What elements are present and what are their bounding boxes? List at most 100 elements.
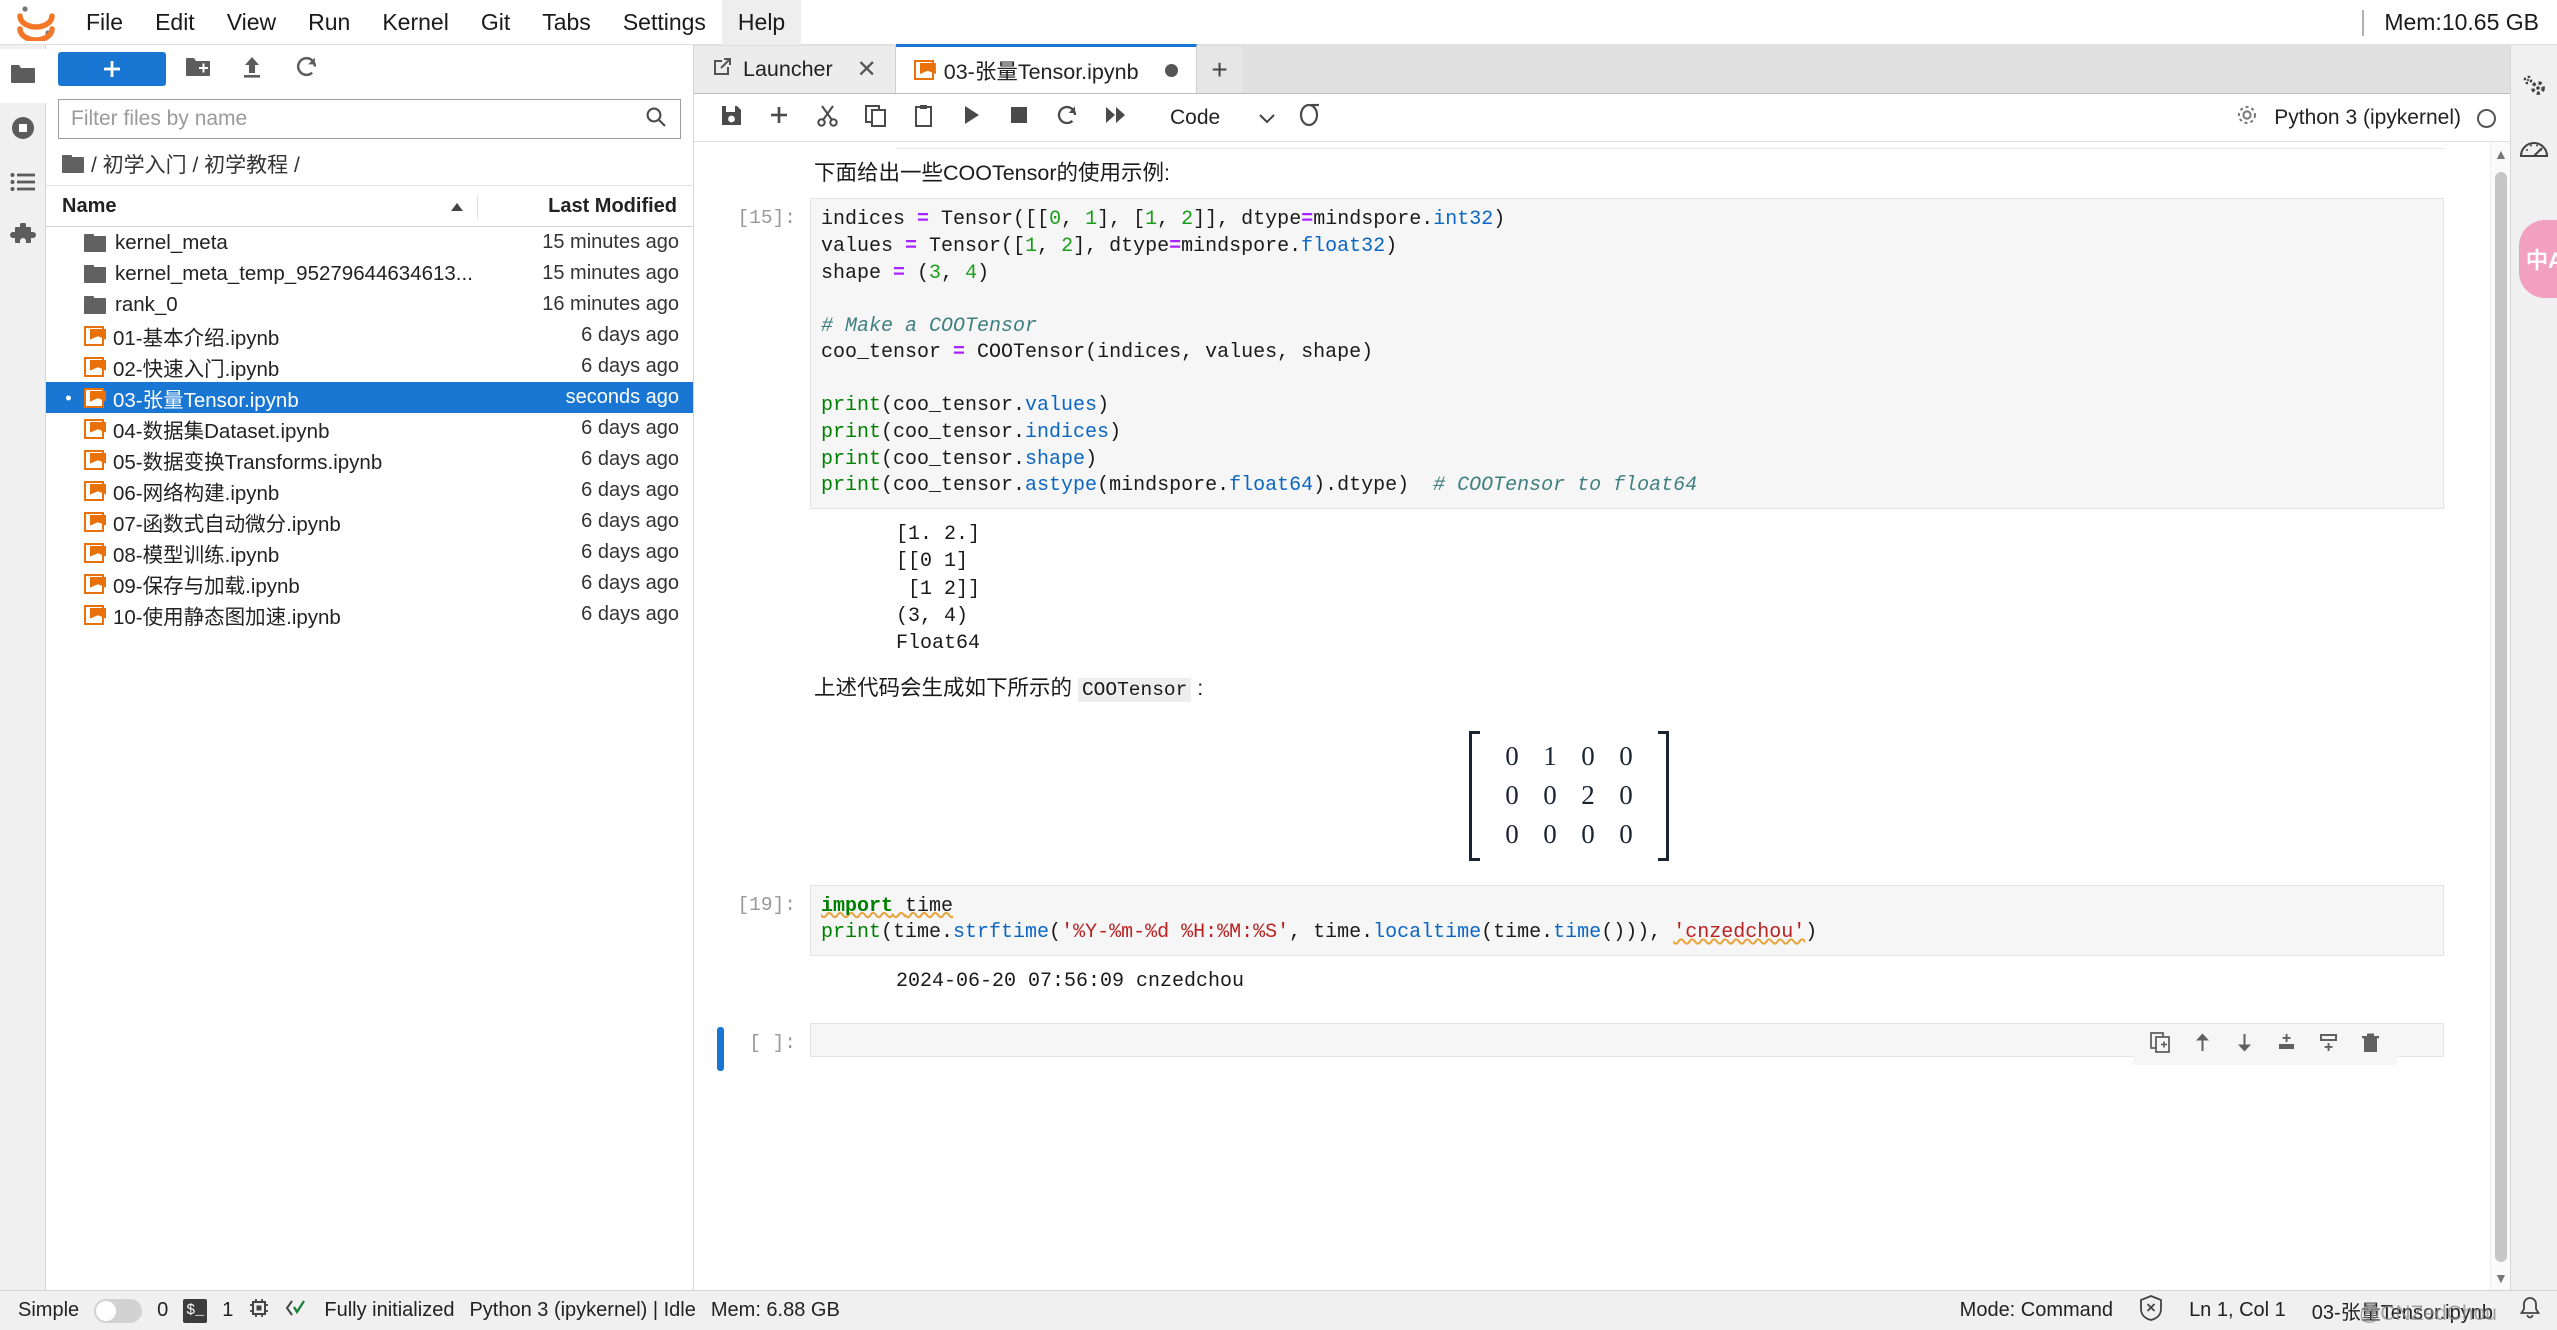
cell-type-select[interactable]: Code [1162,104,1284,132]
code-token: ).dtype) [1313,474,1434,498]
search-input[interactable] [71,107,644,131]
simple-mode-toggle[interactable] [94,1298,143,1323]
scroll-up-arrow-icon[interactable]: ▲ [2494,146,2508,162]
column-header-name[interactable]: Name [46,194,478,218]
new-tab-button[interactable]: + [1196,46,1243,93]
file-list-item[interactable]: rank_0 16 minutes ago [46,289,693,320]
menu-settings[interactable]: Settings [607,0,722,45]
puzzle-icon [9,221,36,254]
cpu-icon[interactable] [248,1297,270,1325]
move-cell-up-button[interactable] [2183,1026,2221,1064]
code-token: , [1157,208,1182,232]
kernel-status[interactable]: Python 3 (ipykernel) | Idle [469,1299,695,1322]
cell-input-area[interactable]: import time print(time.strftime('%Y-%m-%d… [810,884,2444,956]
code-cell-19[interactable]: [19]: import time print(time.strftime('%Y… [694,884,2490,956]
restart-kernel-button[interactable] [1044,98,1090,138]
file-list-item[interactable]: 05-数据变换Transforms.ipynb 6 days ago [46,444,693,475]
translate-widget[interactable]: 中A [2519,220,2557,298]
terminal-badge-icon[interactable]: $_ [183,1298,208,1323]
paste-button[interactable] [900,98,946,138]
markdown-cell-after[interactable]: 上述代码会生成如下所示的 COOTensor : [694,664,2490,713]
file-list-item[interactable]: kernel_meta 15 minutes ago [46,227,693,258]
duplicate-cell-button[interactable] [2141,1026,2179,1064]
new-launcher-button[interactable] [58,52,166,86]
gear-icon[interactable] [2236,104,2258,132]
copy-button[interactable] [852,98,898,138]
file-list-item[interactable]: kernel_meta_temp_95279644634613... 15 min… [46,258,693,289]
cell-input-area[interactable] [810,1023,2444,1066]
insert-cell-above-button[interactable] [2267,1026,2305,1064]
delete-cell-button[interactable] [2351,1026,2389,1064]
run-button[interactable] [948,98,994,138]
file-list-item[interactable]: 09-保存与加载.ipynb 6 days ago [46,568,693,599]
notebook-scrollbar[interactable]: ▲ ▼ [2490,142,2510,1290]
sidebar-item-debugger[interactable] [2511,119,2557,181]
code-cell-15[interactable]: [15]: indices = Tensor([[0, 1], [1, 2]],… [694,198,2490,509]
tab-notebook[interactable]: 03-张量Tensor.ipynb [895,44,1197,93]
matrix-row: 0000 [1493,815,1645,854]
file-filter-box[interactable] [58,99,681,139]
menu-tabs[interactable]: Tabs [526,0,607,45]
menu-view[interactable]: View [211,0,292,45]
upload-button[interactable] [230,51,274,87]
sidebar-item-running-sessions[interactable] [0,103,46,157]
insert-cell-button[interactable] [756,98,802,138]
notebook-icon [84,604,104,625]
file-list-item[interactable]: 10-使用静态图加速.ipynb 6 days ago [46,599,693,630]
close-icon[interactable]: ✕ [857,57,877,82]
scroll-down-arrow-icon[interactable]: ▼ [2494,1270,2508,1286]
code-token: float64 [1229,474,1314,498]
editor-mode[interactable]: Mode: Command [1960,1299,2113,1322]
file-list-item[interactable]: 03-张量Tensor.ipynb seconds ago [46,382,693,413]
menu-file[interactable]: File [70,0,139,45]
code-token: ( [905,261,930,285]
menu-git[interactable]: Git [465,0,526,45]
matrix-cell: 0 [1581,741,1595,772]
file-list-item[interactable]: 01-基本介绍.ipynb 6 days ago [46,320,693,351]
restart-run-all-button[interactable] [1092,98,1138,138]
duplicate-cell-icon [2149,1031,2171,1058]
menu-help[interactable]: Help [721,0,802,45]
kernel-count[interactable]: 0 [157,1299,168,1322]
new-folder-button[interactable] [176,51,220,87]
refresh-button[interactable] [284,51,328,87]
insert-cell-below-button[interactable] [2309,1026,2347,1064]
menu-run[interactable]: Run [292,0,366,45]
file-list-item[interactable]: 06-网络构建.ipynb 6 days ago [46,475,693,506]
markdown-cell-intro[interactable]: 下面给出一些COOTensor的使用示例: [694,149,2490,198]
sidebar-item-commands[interactable] [0,157,46,211]
code-token: float32 [1301,234,1386,258]
sidebar-item-file-browser[interactable] [0,49,46,103]
menu-edit[interactable]: Edit [139,0,211,45]
interrupt-button[interactable] [996,98,1042,138]
matrix-cell: 0 [1619,819,1633,850]
cursor-position[interactable]: Ln 1, Col 1 [2189,1299,2286,1322]
menu-kernel[interactable]: Kernel [366,0,464,45]
shield-x-icon[interactable] [2139,1294,2163,1327]
kernel-restart-indicator-button[interactable] [1286,98,1332,138]
code-token: time [1553,921,1602,945]
tab-launcher[interactable]: Launcher ✕ [694,46,896,93]
file-list-item[interactable]: 04-数据集Dataset.ipynb 6 days ago [46,413,693,444]
scrollbar-thumb[interactable] [2495,172,2507,1262]
sidebar-item-extensions[interactable] [0,211,46,265]
file-list-item[interactable]: 08-模型训练.ipynb 6 days ago [46,537,693,568]
unsaved-indicator-icon[interactable] [1164,63,1178,77]
file-list-item[interactable]: 07-函数式自动微分.ipynb 6 days ago [46,506,693,537]
code-token: 4 [965,261,978,285]
column-header-last-modified[interactable]: Last Modified [478,195,693,218]
kernel-indicator[interactable]: Python 3 (ipykernel) [2236,94,2496,142]
move-cell-down-button[interactable] [2225,1026,2263,1064]
cell-input-area[interactable]: indices = Tensor([[0, 1], [1, 2]], dtype… [810,198,2444,509]
save-button[interactable] [708,98,754,138]
breadcrumb[interactable]: / 初学入门 / 初学教程 / [46,143,693,185]
code-cell-empty[interactable]: [ ]: [694,1023,2490,1072]
sidebar-item-property-inspector[interactable] [2511,57,2557,119]
file-list-item[interactable]: 02-快速入门.ipynb 6 days ago [46,351,693,382]
bell-icon[interactable] [2519,1296,2541,1326]
cell-source-code[interactable]: indices = Tensor([[0, 1], [1, 2]], dtype… [821,207,2443,500]
cell-source-code[interactable]: import time print(time.strftime('%Y-%m-%d… [821,894,2443,947]
cut-button[interactable] [804,98,850,138]
terminal-count[interactable]: 1 [222,1299,233,1322]
